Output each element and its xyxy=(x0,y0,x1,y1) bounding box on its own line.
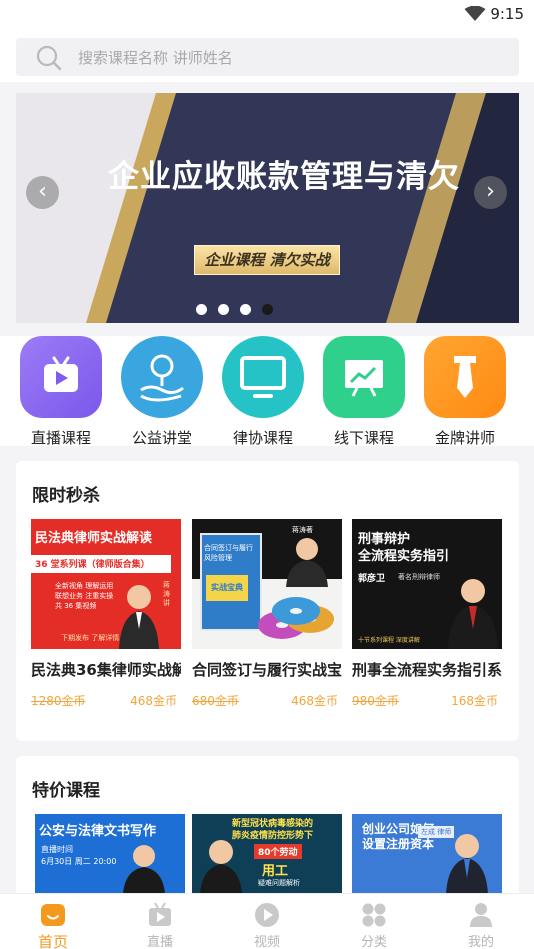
course-thumbnail: 合同签订与履行 风险管理 实战宝典 蒋涛著 xyxy=(192,519,342,649)
tab-label: 视频 xyxy=(253,935,280,949)
thumb-text-block: 全新视角 理解运用 联想业务 注重实操 共 36 集视频 xyxy=(55,582,114,610)
banner-prev-button[interactable]: ‹ xyxy=(26,176,59,209)
search-input[interactable]: 搜索课程名称 讲师姓名 xyxy=(16,38,519,76)
monitor-icon xyxy=(222,336,304,418)
tab-label: 首页 xyxy=(37,933,68,949)
menu-item-live-courses[interactable]: 直播课程 xyxy=(16,336,106,448)
thumb-text: 疑难问题解析 xyxy=(258,879,300,887)
menu-label: 直播课程 xyxy=(30,429,91,447)
thumb-text: 80个劳动 xyxy=(254,844,302,859)
thumb-text: 郭彦卫 xyxy=(358,574,386,584)
thumb-text: 实战宝典 xyxy=(206,575,248,601)
pagination-dot[interactable] xyxy=(240,304,251,315)
lecturer-photo xyxy=(446,834,488,894)
thumb-text: 用工 xyxy=(262,864,289,879)
course-prices: 980金币 168金币 xyxy=(352,692,502,708)
banner-tag: 企业课程 清欠实战 xyxy=(194,245,340,275)
original-price: 1280金币 xyxy=(31,694,86,708)
course-card[interactable]: 刑事辩护 全流程实务指引 郭彦卫 著名刑辩律师 十节系列课程 深度讲解 刑事全流… xyxy=(352,519,502,708)
charity-icon xyxy=(121,336,203,418)
menu-label: 线下课程 xyxy=(333,429,394,447)
tie-icon xyxy=(424,336,506,418)
play-icon xyxy=(253,902,281,928)
banner-next-button[interactable]: › xyxy=(474,176,507,209)
course-name: 合同签订与履行实战宝典 xyxy=(192,661,342,679)
course-prices: 680金币 468金币 xyxy=(192,692,342,708)
lecturer-photo xyxy=(200,840,242,894)
thumb-text: 36 堂系列课（律师版合集） xyxy=(35,560,150,570)
tab-live[interactable]: 直播 xyxy=(120,902,200,949)
pagination-dot[interactable] xyxy=(218,304,229,315)
course-card[interactable]: 民法典律师实战解读 36 堂系列课（律师版合集） 全新视角 理解运用 联想业务 … xyxy=(31,519,181,708)
section-title: 特价课程 xyxy=(32,781,100,801)
tab-video[interactable]: 视频 xyxy=(227,902,307,949)
thumb-text: 蒋涛讲 xyxy=(163,581,170,607)
lecturer-photo xyxy=(119,585,159,649)
original-price: 680金币 xyxy=(192,694,239,708)
menu-label: 律协课程 xyxy=(232,429,293,447)
banner-title: 企业应收账款管理与清欠 xyxy=(108,159,460,195)
lecturer-photo xyxy=(286,538,328,587)
tab-label: 我的 xyxy=(467,935,494,949)
search-bar: 搜索课程名称 讲师姓名 xyxy=(0,30,534,82)
sale-price: 468金币 xyxy=(291,694,338,708)
menu-item-offline-courses[interactable]: 线下课程 xyxy=(319,336,409,448)
clock: 9:15 xyxy=(490,5,524,23)
sale-price: 468金币 xyxy=(130,694,177,708)
menu-item-gold-lecturers[interactable]: 金牌讲师 xyxy=(420,336,510,448)
category-icon xyxy=(360,902,388,928)
course-name: 民法典36集律师实战解读 xyxy=(31,661,181,679)
thumb-text: 蒋涛著 xyxy=(292,526,313,534)
thumb-text-block: 直播时间 6月30日 周二 20:00 xyxy=(41,845,117,866)
search-icon xyxy=(36,45,62,71)
tab-profile[interactable]: 我的 xyxy=(441,902,521,949)
thumb-text: 下期发布 了解详情 xyxy=(61,634,120,642)
lecturer-photo xyxy=(123,845,165,894)
thumb-text: 公安与法律文书写作 xyxy=(39,824,157,839)
thumb-text-block: 合同签订与履行 风险管理 xyxy=(204,544,253,562)
search-placeholder: 搜索课程名称 讲师姓名 xyxy=(78,49,233,67)
chevron-right-icon: › xyxy=(486,179,495,204)
banner-pagination xyxy=(196,300,284,319)
sale-price: 168金币 xyxy=(451,694,498,708)
tv-icon xyxy=(20,336,102,418)
course-prices: 1280金币 468金币 xyxy=(31,692,181,708)
tab-category[interactable]: 分类 xyxy=(334,902,414,949)
status-bar: 9:15 xyxy=(0,0,534,30)
menu-label: 金牌讲师 xyxy=(434,429,495,447)
section-title: 限时秒杀 xyxy=(32,486,100,506)
quick-menu: 直播课程 公益讲堂 律协课程 线下课程 金牌讲师 xyxy=(0,336,534,448)
original-price: 980金币 xyxy=(352,694,399,708)
menu-item-bar-courses[interactable]: 律协课程 xyxy=(218,336,308,448)
tab-label: 直播 xyxy=(146,935,173,949)
live-tv-icon xyxy=(146,902,174,928)
bottom-tab-bar: 首页 直播 视频 分类 我的 xyxy=(0,893,534,949)
thumb-text-block: 刑事辩护 全流程实务指引 xyxy=(358,532,450,564)
thumb-text: 十节系列课程 深度讲解 xyxy=(358,637,420,644)
banner-carousel[interactable]: 企业应收账款管理与清欠 企业课程 清欠实战 ‹ › xyxy=(16,93,519,323)
chevron-left-icon: ‹ xyxy=(38,179,47,204)
flash-sale-section: 限时秒杀 民法典律师实战解读 36 堂系列课（律师版合集） 全新视角 理解运用 … xyxy=(16,461,519,741)
chart-board-icon xyxy=(323,336,405,418)
course-name: 刑事全流程实务指引系列 xyxy=(352,661,502,679)
tab-home[interactable]: 首页 xyxy=(13,902,93,949)
thumb-text: 民法典律师实战解读 xyxy=(35,531,153,546)
course-card[interactable]: 合同签订与履行 风险管理 实战宝典 蒋涛著 合同签订与履行实战宝典 680金币 … xyxy=(192,519,342,708)
special-courses-section: 特价课程 公安与法律文书写作 直播时间 6月30日 周二 20:00 新型冠状病… xyxy=(16,756,519,944)
user-icon xyxy=(467,902,495,928)
pagination-dot-active[interactable] xyxy=(262,304,273,315)
tab-label: 分类 xyxy=(360,935,387,949)
course-thumbnail: 刑事辩护 全流程实务指引 郭彦卫 著名刑辩律师 十节系列课程 深度讲解 xyxy=(352,519,502,649)
menu-item-charity-lectures[interactable]: 公益讲堂 xyxy=(117,336,207,448)
lecturer-photo xyxy=(448,579,498,649)
dvd-discs xyxy=(258,597,334,639)
home-icon xyxy=(39,902,67,928)
menu-label: 公益讲堂 xyxy=(131,429,192,447)
app-screen: 9:15 搜索课程名称 讲师姓名 企业应收账款管理与清欠 企业课程 清欠实战 ‹… xyxy=(0,0,534,949)
banner-background xyxy=(16,93,519,323)
wifi-icon xyxy=(464,6,486,21)
thumb-text: 著名刑辩律师 xyxy=(398,573,440,581)
pagination-dot[interactable] xyxy=(196,304,207,315)
course-thumbnail: 民法典律师实战解读 36 堂系列课（律师版合集） 全新视角 理解运用 联想业务 … xyxy=(31,519,181,649)
